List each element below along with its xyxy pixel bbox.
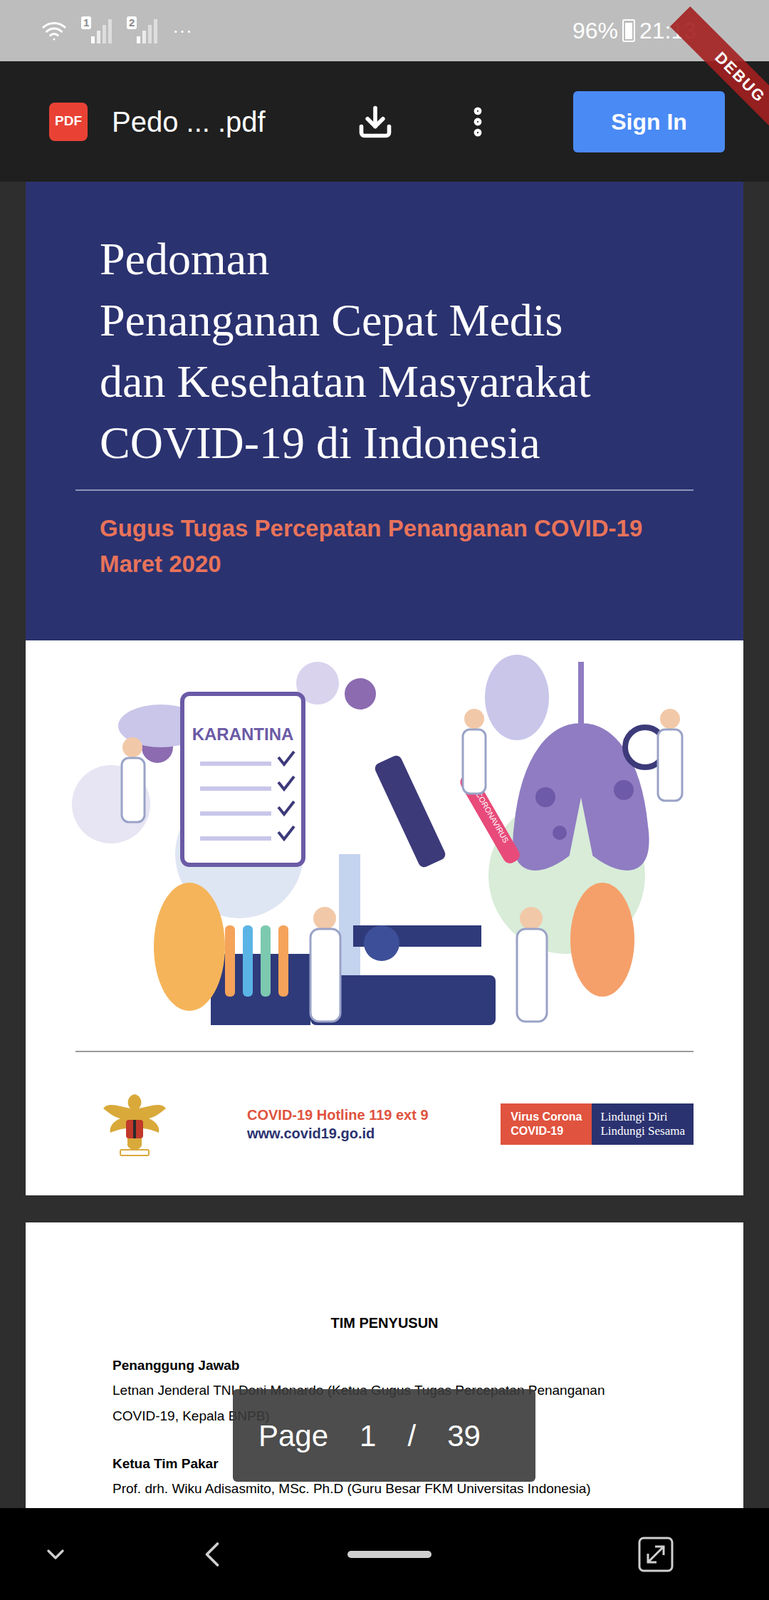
cover-subtitle-line: Gugus Tugas Percepatan Penanganan COVID-… — [99, 510, 744, 547]
campaign-badge: Virus CoronaCOVID-19Lindungi DiriLindung… — [500, 1102, 694, 1145]
signal-icon: 1 — [81, 16, 113, 45]
battery-percent: 96% — [572, 13, 619, 48]
navigation-bar — [0, 1507, 769, 1600]
hide-nav-icon[interactable] — [41, 1539, 70, 1568]
page-indicator: Page1/39 — [232, 1388, 536, 1482]
back-icon[interactable] — [190, 1532, 234, 1576]
download-button[interactable] — [353, 100, 397, 144]
cover-title-line: Penanganan Cepat Medis — [99, 289, 744, 352]
battery-icon — [622, 19, 636, 43]
cover-header: PedomanPenanganan Cepat Medisdan Kesehat… — [25, 181, 744, 641]
app-screen: 12···96%21:13DEBUGPDFPedo ... .pdfSign I… — [0, 0, 769, 1600]
cover-divider — [75, 489, 694, 491]
status-more: ··· — [172, 20, 193, 41]
cover-subtitle-line: Maret 2020 — [99, 546, 744, 582]
cover-page: PedomanPenanganan Cepat Medisdan Kesehat… — [25, 181, 744, 1195]
pdf-file-icon: PDF — [49, 102, 88, 141]
clock: 21:13 — [639, 13, 697, 48]
sign-in-button[interactable]: Sign In — [573, 91, 725, 153]
cover-title-line: COVID-19 di Indonesia — [99, 412, 744, 474]
more-button[interactable] — [456, 100, 500, 144]
cover-title-line: dan Kesehatan Masyarakat — [99, 351, 744, 413]
wifi-icon — [41, 17, 67, 44]
status-bar: 12···96%21:13DEBUG — [0, 0, 769, 62]
file-title: Pedo ... .pdf — [111, 100, 266, 144]
rotate-screen-icon[interactable] — [633, 1531, 678, 1576]
app-bar: PDF Pedo ... .pdf Sign In — [0, 61, 769, 182]
cover-title-line: Pedoman — [99, 228, 744, 290]
garuda-emblem-icon — [98, 1087, 171, 1160]
pdf-viewer[interactable]: PedomanPenanganan Cepat Medisdan Kesehat… — [0, 181, 769, 1508]
svg-text:KARANTINA: KARANTINA — [192, 724, 295, 744]
hotline: COVID-19 Hotline 119 ext 9 — [247, 1105, 429, 1124]
cover-footer: COVID-19 Hotline 119 ext 9www.covid19.go… — [25, 1051, 744, 1195]
cover-illustration: KARANTINA CORONAVIRUS — [25, 640, 744, 1051]
more-vert-icon — [459, 103, 497, 141]
website: www.covid19.go.id — [247, 1123, 429, 1143]
page-heading: TIM PENYUSUN — [330, 1312, 497, 1332]
download-icon — [356, 103, 394, 141]
cover-footer-divider — [75, 1050, 694, 1052]
signal-icon: 2 — [126, 16, 159, 45]
svg-text:CORONAVIRUS: CORONAVIRUS — [474, 789, 511, 844]
home-pill[interactable] — [347, 1550, 432, 1558]
